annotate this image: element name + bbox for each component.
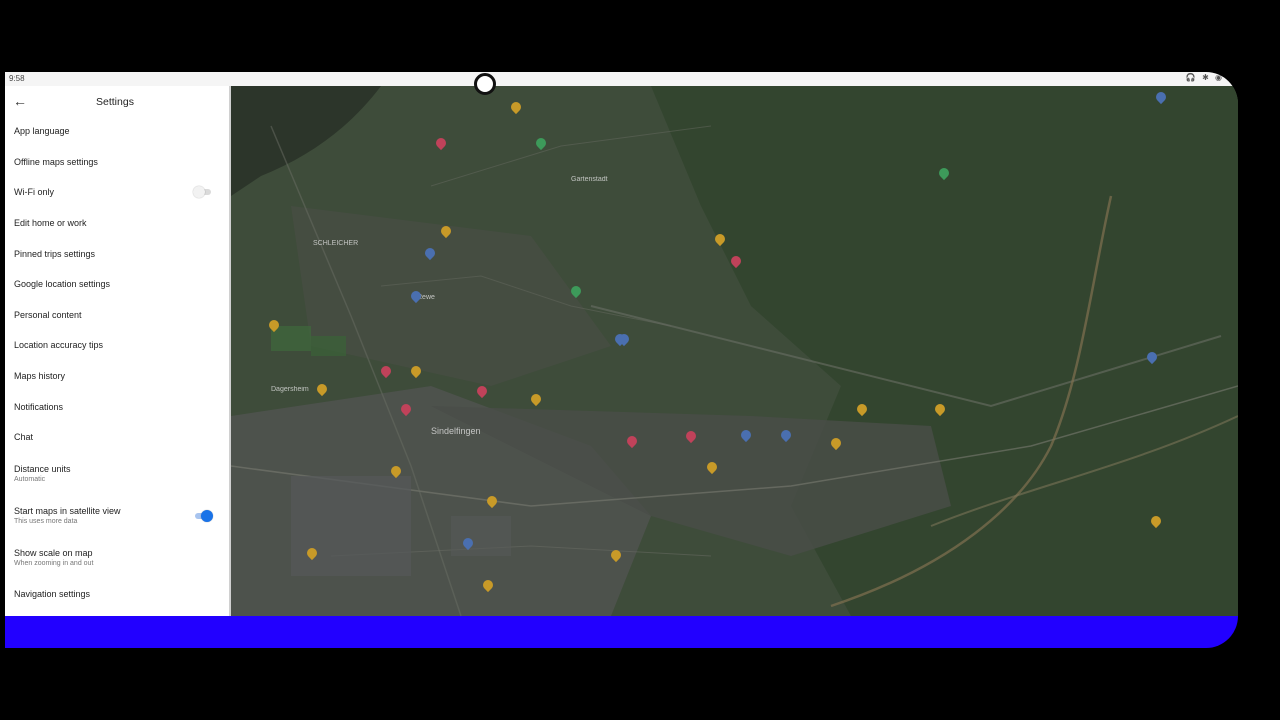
settings-panel: ← Settings App language Offline maps set…	[5, 86, 231, 616]
settings-item-sublabel: When zooming in and out	[14, 560, 94, 568]
settings-item-edit-home-work[interactable]: Edit home or work	[5, 208, 229, 239]
settings-item-notifications[interactable]: Notifications	[5, 391, 229, 422]
settings-item-label: Location accuracy tips	[14, 340, 104, 351]
status-icons: 🎧 ✱ ◉	[1185, 73, 1224, 82]
satellite-view-toggle[interactable]	[195, 509, 213, 522]
drag-handle[interactable]	[474, 73, 496, 95]
settings-item-offline-maps[interactable]: Offline maps settings	[5, 147, 229, 178]
status-time: 9:58	[9, 74, 25, 83]
settings-item-label: Distance units	[14, 464, 71, 475]
settings-item-label: Notifications	[14, 401, 64, 412]
settings-item-label: Navigation settings	[14, 588, 91, 599]
status-bar: 9:58 🎧 ✱ ◉	[5, 72, 1238, 86]
settings-item-maps-history[interactable]: Maps history	[5, 361, 229, 392]
settings-item-sublabel: Automatic	[14, 476, 46, 484]
settings-item-label: Pinned trips settings	[14, 248, 96, 259]
settings-item-label: Show scale on map	[14, 548, 93, 559]
settings-item-google-location[interactable]: Google location settings	[5, 269, 229, 300]
settings-item-satellite-view[interactable]: Start maps in satellite view This uses m…	[5, 495, 229, 537]
settings-item-pinned-trips[interactable]: Pinned trips settings	[5, 238, 229, 269]
toggle-knob	[201, 509, 213, 522]
settings-item-label: Personal content	[14, 309, 82, 320]
bottom-bar	[5, 616, 1238, 648]
settings-item-app-language[interactable]: App language	[5, 116, 229, 147]
settings-item-chat[interactable]: Chat	[5, 422, 229, 453]
settings-item-distance-units[interactable]: Distance units Automatic	[5, 453, 229, 495]
device-screen: 9:58 🎧 ✱ ◉ SCHLEICHER Sindelfingen Rewe	[5, 72, 1238, 648]
settings-item-personal-content[interactable]: Personal content	[5, 300, 229, 331]
map-label-schleicher: SCHLEICHER	[313, 240, 359, 247]
settings-item-navigation[interactable]: Navigation settings	[5, 579, 229, 610]
settings-item-show-scale[interactable]: Show scale on map When zooming in and ou…	[5, 537, 229, 579]
satellite-map-imagery	[231, 86, 1238, 616]
settings-item-sublabel: This uses more data	[14, 518, 78, 526]
wifi-only-toggle[interactable]	[193, 186, 211, 199]
map-label-gartenstadt: Gartenstadt	[571, 176, 608, 183]
map-label-sindelfingen: Sindelfingen	[431, 426, 481, 436]
map-label-dagersheim: Dagersheim	[271, 386, 309, 393]
arrow-left-icon[interactable]: ←	[13, 94, 27, 108]
settings-item-wifi-only[interactable]: Wi-Fi only	[5, 177, 229, 208]
settings-item-label: Offline maps settings	[14, 156, 98, 167]
settings-item-label: App language	[14, 126, 70, 137]
settings-item-label: Maps history	[14, 371, 66, 382]
page-title: Settings	[96, 96, 134, 108]
settings-item-label: Edit home or work	[14, 218, 87, 229]
settings-header: ← Settings	[5, 86, 229, 116]
settings-item-location-accuracy[interactable]: Location accuracy tips	[5, 330, 229, 361]
map-view[interactable]: SCHLEICHER Sindelfingen Rewe Dagersheim …	[231, 86, 1238, 616]
settings-item-label: Chat	[14, 432, 34, 443]
settings-item-label: Google location settings	[14, 279, 111, 290]
